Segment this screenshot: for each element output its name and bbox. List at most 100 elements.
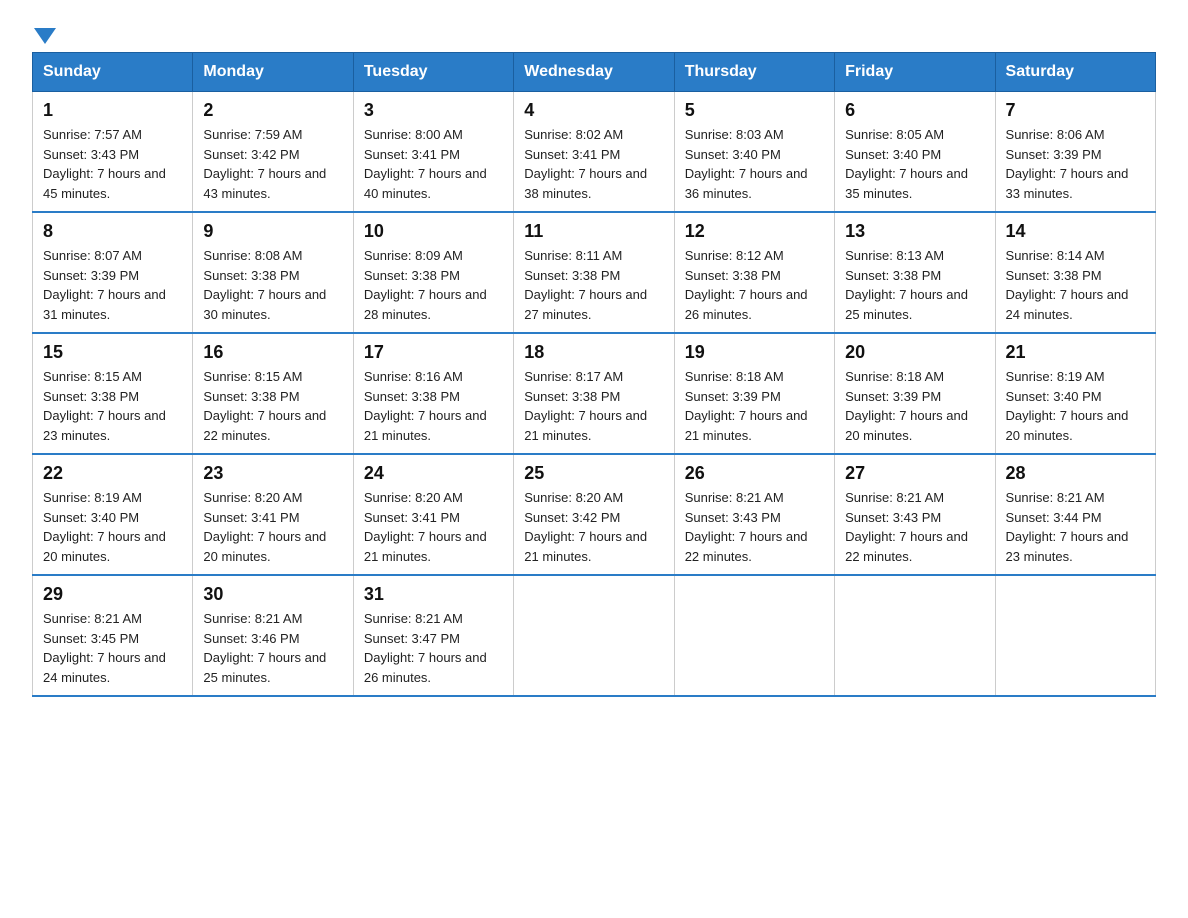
calendar-day-cell: 4 Sunrise: 8:02 AMSunset: 3:41 PMDayligh…: [514, 92, 674, 213]
day-number: 18: [524, 342, 663, 363]
day-number: 24: [364, 463, 503, 484]
day-of-week-header: Saturday: [995, 53, 1155, 92]
day-info: Sunrise: 8:00 AMSunset: 3:41 PMDaylight:…: [364, 127, 487, 201]
calendar-week-row: 29 Sunrise: 8:21 AMSunset: 3:45 PMDaylig…: [33, 575, 1156, 696]
calendar-day-cell: 9 Sunrise: 8:08 AMSunset: 3:38 PMDayligh…: [193, 212, 353, 333]
day-number: 14: [1006, 221, 1145, 242]
day-number: 20: [845, 342, 984, 363]
day-info: Sunrise: 8:05 AMSunset: 3:40 PMDaylight:…: [845, 127, 968, 201]
day-number: 11: [524, 221, 663, 242]
calendar-day-cell: 31 Sunrise: 8:21 AMSunset: 3:47 PMDaylig…: [353, 575, 513, 696]
calendar-week-row: 22 Sunrise: 8:19 AMSunset: 3:40 PMDaylig…: [33, 454, 1156, 575]
day-number: 2: [203, 100, 342, 121]
calendar-day-cell: 26 Sunrise: 8:21 AMSunset: 3:43 PMDaylig…: [674, 454, 834, 575]
day-info: Sunrise: 8:21 AMSunset: 3:44 PMDaylight:…: [1006, 490, 1129, 564]
day-number: 5: [685, 100, 824, 121]
day-info: Sunrise: 8:21 AMSunset: 3:45 PMDaylight:…: [43, 611, 166, 685]
calendar-day-cell: 12 Sunrise: 8:12 AMSunset: 3:38 PMDaylig…: [674, 212, 834, 333]
day-number: 28: [1006, 463, 1145, 484]
calendar-day-cell: 23 Sunrise: 8:20 AMSunset: 3:41 PMDaylig…: [193, 454, 353, 575]
day-number: 12: [685, 221, 824, 242]
day-info: Sunrise: 8:13 AMSunset: 3:38 PMDaylight:…: [845, 248, 968, 322]
calendar-day-cell: 21 Sunrise: 8:19 AMSunset: 3:40 PMDaylig…: [995, 333, 1155, 454]
calendar-day-cell: [514, 575, 674, 696]
calendar-day-cell: 24 Sunrise: 8:20 AMSunset: 3:41 PMDaylig…: [353, 454, 513, 575]
day-number: 30: [203, 584, 342, 605]
day-number: 27: [845, 463, 984, 484]
day-info: Sunrise: 8:21 AMSunset: 3:43 PMDaylight:…: [685, 490, 808, 564]
calendar-day-cell: [835, 575, 995, 696]
day-info: Sunrise: 8:20 AMSunset: 3:41 PMDaylight:…: [364, 490, 487, 564]
calendar-day-cell: 17 Sunrise: 8:16 AMSunset: 3:38 PMDaylig…: [353, 333, 513, 454]
calendar-day-cell: 16 Sunrise: 8:15 AMSunset: 3:38 PMDaylig…: [193, 333, 353, 454]
calendar-day-cell: 5 Sunrise: 8:03 AMSunset: 3:40 PMDayligh…: [674, 92, 834, 213]
day-info: Sunrise: 8:06 AMSunset: 3:39 PMDaylight:…: [1006, 127, 1129, 201]
calendar-day-cell: 11 Sunrise: 8:11 AMSunset: 3:38 PMDaylig…: [514, 212, 674, 333]
calendar-day-cell: 19 Sunrise: 8:18 AMSunset: 3:39 PMDaylig…: [674, 333, 834, 454]
calendar-day-cell: 28 Sunrise: 8:21 AMSunset: 3:44 PMDaylig…: [995, 454, 1155, 575]
day-of-week-header: Monday: [193, 53, 353, 92]
calendar-week-row: 1 Sunrise: 7:57 AMSunset: 3:43 PMDayligh…: [33, 92, 1156, 213]
day-info: Sunrise: 8:11 AMSunset: 3:38 PMDaylight:…: [524, 248, 647, 322]
calendar-week-row: 8 Sunrise: 8:07 AMSunset: 3:39 PMDayligh…: [33, 212, 1156, 333]
day-of-week-header: Thursday: [674, 53, 834, 92]
calendar-day-cell: 25 Sunrise: 8:20 AMSunset: 3:42 PMDaylig…: [514, 454, 674, 575]
day-info: Sunrise: 8:15 AMSunset: 3:38 PMDaylight:…: [43, 369, 166, 443]
calendar-day-cell: 7 Sunrise: 8:06 AMSunset: 3:39 PMDayligh…: [995, 92, 1155, 213]
calendar-day-cell: 18 Sunrise: 8:17 AMSunset: 3:38 PMDaylig…: [514, 333, 674, 454]
day-number: 25: [524, 463, 663, 484]
calendar-day-cell: 20 Sunrise: 8:18 AMSunset: 3:39 PMDaylig…: [835, 333, 995, 454]
logo: [32, 24, 56, 36]
day-info: Sunrise: 8:20 AMSunset: 3:42 PMDaylight:…: [524, 490, 647, 564]
logo-arrow-icon: [34, 28, 56, 44]
day-info: Sunrise: 8:16 AMSunset: 3:38 PMDaylight:…: [364, 369, 487, 443]
day-info: Sunrise: 8:21 AMSunset: 3:43 PMDaylight:…: [845, 490, 968, 564]
day-info: Sunrise: 8:09 AMSunset: 3:38 PMDaylight:…: [364, 248, 487, 322]
day-info: Sunrise: 8:07 AMSunset: 3:39 PMDaylight:…: [43, 248, 166, 322]
day-info: Sunrise: 8:18 AMSunset: 3:39 PMDaylight:…: [845, 369, 968, 443]
day-info: Sunrise: 8:21 AMSunset: 3:47 PMDaylight:…: [364, 611, 487, 685]
day-info: Sunrise: 8:18 AMSunset: 3:39 PMDaylight:…: [685, 369, 808, 443]
day-number: 15: [43, 342, 182, 363]
calendar-day-cell: 10 Sunrise: 8:09 AMSunset: 3:38 PMDaylig…: [353, 212, 513, 333]
calendar-day-cell: 2 Sunrise: 7:59 AMSunset: 3:42 PMDayligh…: [193, 92, 353, 213]
calendar-day-cell: 22 Sunrise: 8:19 AMSunset: 3:40 PMDaylig…: [33, 454, 193, 575]
day-info: Sunrise: 8:21 AMSunset: 3:46 PMDaylight:…: [203, 611, 326, 685]
day-info: Sunrise: 8:15 AMSunset: 3:38 PMDaylight:…: [203, 369, 326, 443]
day-info: Sunrise: 8:19 AMSunset: 3:40 PMDaylight:…: [1006, 369, 1129, 443]
calendar-week-row: 15 Sunrise: 8:15 AMSunset: 3:38 PMDaylig…: [33, 333, 1156, 454]
day-of-week-header: Sunday: [33, 53, 193, 92]
day-number: 4: [524, 100, 663, 121]
day-number: 9: [203, 221, 342, 242]
day-number: 22: [43, 463, 182, 484]
day-info: Sunrise: 8:17 AMSunset: 3:38 PMDaylight:…: [524, 369, 647, 443]
day-info: Sunrise: 8:03 AMSunset: 3:40 PMDaylight:…: [685, 127, 808, 201]
day-number: 21: [1006, 342, 1145, 363]
day-number: 19: [685, 342, 824, 363]
day-number: 10: [364, 221, 503, 242]
calendar-table: SundayMondayTuesdayWednesdayThursdayFrid…: [32, 52, 1156, 697]
day-number: 29: [43, 584, 182, 605]
day-number: 17: [364, 342, 503, 363]
day-info: Sunrise: 7:59 AMSunset: 3:42 PMDaylight:…: [203, 127, 326, 201]
calendar-day-cell: [674, 575, 834, 696]
calendar-day-cell: 30 Sunrise: 8:21 AMSunset: 3:46 PMDaylig…: [193, 575, 353, 696]
calendar-header: SundayMondayTuesdayWednesdayThursdayFrid…: [33, 53, 1156, 92]
day-of-week-header: Tuesday: [353, 53, 513, 92]
calendar-day-cell: 1 Sunrise: 7:57 AMSunset: 3:43 PMDayligh…: [33, 92, 193, 213]
calendar-day-cell: 8 Sunrise: 8:07 AMSunset: 3:39 PMDayligh…: [33, 212, 193, 333]
day-info: Sunrise: 8:14 AMSunset: 3:38 PMDaylight:…: [1006, 248, 1129, 322]
calendar-day-cell: 13 Sunrise: 8:13 AMSunset: 3:38 PMDaylig…: [835, 212, 995, 333]
day-number: 26: [685, 463, 824, 484]
calendar-day-cell: [995, 575, 1155, 696]
day-number: 6: [845, 100, 984, 121]
day-number: 31: [364, 584, 503, 605]
day-number: 3: [364, 100, 503, 121]
calendar-body: 1 Sunrise: 7:57 AMSunset: 3:43 PMDayligh…: [33, 92, 1156, 697]
day-of-week-header: Wednesday: [514, 53, 674, 92]
calendar-day-cell: 6 Sunrise: 8:05 AMSunset: 3:40 PMDayligh…: [835, 92, 995, 213]
calendar-day-cell: 15 Sunrise: 8:15 AMSunset: 3:38 PMDaylig…: [33, 333, 193, 454]
day-number: 13: [845, 221, 984, 242]
day-number: 8: [43, 221, 182, 242]
day-number: 23: [203, 463, 342, 484]
